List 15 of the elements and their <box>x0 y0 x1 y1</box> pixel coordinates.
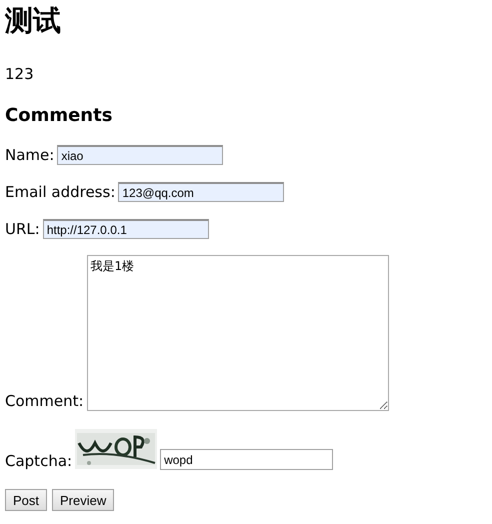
input-field[interactable]: http://127.0.0.1 <box>42 219 209 239</box>
body-text: 123 <box>5 64 35 84</box>
field-label: Email address: <box>5 182 116 202</box>
captcha-field[interactable]: wopd <box>160 449 334 470</box>
comment-field[interactable]: 我是1楼 <box>86 255 389 411</box>
field-label: Name: <box>5 145 54 165</box>
field-label: Comment: <box>5 391 84 411</box>
input-field[interactable]: xiao <box>57 145 224 165</box>
input-field[interactable]: 123@qq.com <box>118 182 284 202</box>
field-label: Captcha: <box>5 451 72 471</box>
form-button[interactable]: Post <box>5 489 48 511</box>
field-label: URL: <box>5 219 40 239</box>
form-button[interactable]: Preview <box>52 489 114 511</box>
page-title: 测试 <box>5 4 62 38</box>
section-heading: Comments <box>5 104 114 128</box>
